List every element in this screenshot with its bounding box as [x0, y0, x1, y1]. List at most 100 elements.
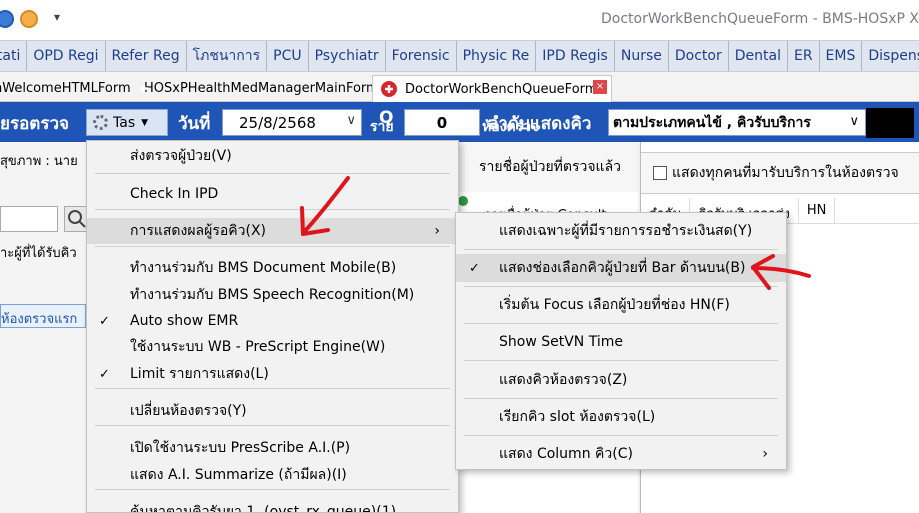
quick-access-dropdown-icon[interactable]: ▾ — [54, 10, 60, 24]
tab-first-room[interactable]: ห้องตรวจแรก — [0, 304, 86, 328]
search-input[interactable] — [0, 206, 58, 232]
module-tab[interactable]: Psychiatr — [309, 41, 386, 71]
module-tab[interactable]: OPD Regi — [27, 41, 106, 71]
status-green-icon — [458, 196, 468, 206]
menu-item-label: Auto show EMR — [130, 313, 239, 329]
queue-number-input[interactable]: 0 — [404, 109, 480, 136]
submenu-item-label: แสดงช่องเลือกคิวผู้ป่วยที่ Bar ด้านบน(B) — [499, 260, 746, 276]
submenu-item[interactable]: แสดง Column คิว(C) › — [456, 440, 786, 468]
app-logo-icon[interactable] — [0, 10, 14, 28]
queue-order-label: ลำดับแสดงคิว — [488, 114, 592, 134]
queue-label: Q — [379, 108, 394, 128]
doc-tab-label: HOSxPHealthMedManagerMainForm — [144, 81, 379, 96]
menu-item[interactable]: Check In IPD — [87, 181, 458, 207]
show-all-checkbox-row[interactable]: แสดงทุกคนที่มารับบริการในห้องตรวจ — [641, 152, 919, 194]
window-title: DoctorWorkBenchQueueForm - BMS-HOSxP X — [600, 11, 919, 27]
toolbar-dark-strip — [866, 108, 914, 138]
chevron-down-icon: ▼ — [141, 117, 149, 128]
menu-item[interactable]: ✓ Auto show EMR — [87, 308, 458, 334]
doc-tab-healthmed[interactable]: HOSxPHealthMedManagerMainForm — [128, 75, 379, 102]
menu-item-label: ค้นหาตามคิวรับยา 1. (ovst_rx_queue)(1) — [130, 504, 397, 513]
submenu-item-label: แสดงคิวห้องตรวจ(Z) — [499, 372, 628, 388]
menu-item[interactable]: แสดง A.I. Summarize (ถ้ามีผล)(I) — [87, 462, 458, 488]
submenu-item-label: Show SetVN Time — [499, 334, 623, 350]
menu-item[interactable]: เปลี่ยนห้องตรวจ(Y) — [87, 398, 458, 424]
tas-context-menu: ส่งตรวจผู้ป่วย(V) Check In IPD การแสดงผลผู… — [86, 140, 459, 513]
queue-order-select[interactable]: ตามประเภทคนไข้ , คิวรับบริการ ∨ — [608, 109, 866, 136]
menu-separator — [95, 209, 450, 210]
menu-item[interactable]: เปิดใช้งานระบบ PresScribe A.I.(P) — [87, 435, 458, 461]
module-tab[interactable]: PCU — [267, 41, 309, 71]
menu-separator — [464, 398, 778, 399]
module-tab[interactable]: Dispensaı — [862, 41, 919, 71]
chevron-right-icon: › — [434, 223, 440, 239]
menu-separator — [464, 249, 778, 250]
doc-tab-doctor-workbench[interactable]: DoctorWorkBenchQueueForm — [372, 75, 612, 102]
date-value: 25/8/2568 — [239, 113, 316, 132]
show-all-label: แสดงทุกคนที่มารับบริการในห้องตรวจ — [672, 165, 899, 181]
doc-tab-label: nWelcomeHTMLForm — [0, 81, 131, 96]
submenu-item[interactable]: เรียกคิว slot ห้องตรวจ(L) — [456, 403, 786, 431]
module-tab[interactable]: Dental — [729, 41, 788, 71]
chevron-down-icon: ∨ — [849, 114, 859, 129]
module-tab[interactable]: Physic Re — [457, 41, 537, 71]
document-tab-strip: nWelcomeHTMLForm HOSxPHealthMedManagerMa… — [0, 72, 919, 102]
module-tab[interactable]: Doctor — [669, 41, 729, 71]
close-tab-icon[interactable]: × — [593, 80, 607, 94]
module-tab[interactable]: EMS — [820, 41, 863, 71]
menu-item[interactable]: ทำงานร่วมกับ BMS Speech Recognition(M) — [87, 282, 458, 308]
module-tab[interactable]: IPD Regis — [536, 41, 615, 71]
submenu-item[interactable]: ✓ แสดงช่องเลือกคิวผู้ป่วยที่ Bar ด้านบน(B… — [456, 254, 786, 282]
queue-toolbar: ยรอตรวจ Tas ▼ วันที่ 25/8/2568 ∨ ราย Q 0… — [0, 102, 919, 142]
checkmark-icon: ✓ — [469, 260, 480, 276]
title-bar: ▾ DoctorWorkBenchQueueForm - BMS-HOSxP X — [0, 0, 919, 40]
module-tab-strip: StatiOPD RegiRefer RegโภชนาการPCUPsychia… — [0, 40, 919, 72]
submenu-item-label: เรียกคิว slot ห้องตรวจ(L) — [499, 409, 656, 425]
menu-item[interactable]: ค้นหาตามคิวรับยา 1. (ovst_rx_queue)(1) — [87, 499, 458, 513]
menu-separator — [95, 246, 450, 247]
menu-separator — [95, 388, 450, 389]
submenu-item[interactable]: Show SetVN Time — [456, 328, 786, 356]
menu-item-label: Limit รายการแสดง(L) — [130, 366, 269, 382]
menu-separator — [464, 435, 778, 436]
submenu-item[interactable]: แสดงคิวห้องตรวจ(Z) — [456, 366, 786, 394]
submenu-item[interactable]: เริ่มต้น Focus เลือกผู้ป่วยที่ช่อง HN(F) — [456, 291, 786, 319]
show-all-checkbox[interactable] — [653, 166, 667, 180]
doc-tab-welcome[interactable]: nWelcomeHTMLForm — [0, 75, 131, 102]
menu-item[interactable]: ใช้งานระบบ WB - PreScript Engine(W) — [87, 334, 458, 360]
menu-item[interactable]: ทำงานร่วมกับ BMS Document Mobile(B) — [87, 255, 458, 281]
submenu-item[interactable]: แสดงเฉพาะผู้ที่มีรายการรอชำระเงินสด(Y) — [456, 217, 786, 245]
module-tab[interactable]: Refer Reg — [106, 41, 187, 71]
menu-item[interactable]: การแสดงผลผู้รอคิว(X) › — [87, 218, 458, 244]
menu-item[interactable]: ✓ Limit รายการแสดง(L) — [87, 361, 458, 387]
queue-received-label: าะผู้ที่ได้รับคิว — [0, 246, 77, 261]
examined-patients-header: รายชื่อผู้ป่วยที่ตรวจแล้ว — [458, 142, 638, 192]
column-header[interactable]: HN — [799, 198, 836, 223]
health-right-label: สุขภาพ : นาย — [0, 154, 78, 169]
user-avatar-icon[interactable] — [20, 10, 38, 28]
menu-item-label: Check In IPD — [130, 186, 219, 202]
module-tab[interactable]: โภชนาการ — [187, 41, 268, 71]
module-tab[interactable]: Forensic — [386, 41, 457, 71]
queue-order-value: ตามประเภทคนไข้ , คิวรับบริการ — [613, 114, 811, 131]
menu-item-label: การแสดงผลผู้รอคิว(X) — [130, 223, 267, 239]
gear-icon — [93, 115, 108, 130]
module-tab[interactable]: Stati — [0, 41, 28, 71]
menu-item-label: เปิดใช้งานระบบ PresScribe A.I.(P) — [130, 440, 351, 456]
module-tab[interactable]: Nurse — [615, 41, 669, 71]
date-picker[interactable]: 25/8/2568 ∨ — [222, 109, 362, 136]
menu-item-label: แสดง A.I. Summarize (ถ้ามีผล)(I) — [130, 467, 347, 483]
menu-item-label: ทำงานร่วมกับ BMS Document Mobile(B) — [130, 260, 397, 276]
menu-separator — [95, 173, 450, 174]
menu-separator — [464, 286, 778, 287]
doc-tab-label: DoctorWorkBenchQueueForm — [405, 81, 598, 97]
module-tab[interactable]: ER — [788, 41, 820, 71]
menu-separator — [464, 323, 778, 324]
chevron-down-icon[interactable]: ∨ — [346, 113, 356, 128]
menu-item-label: ส่งตรวจผู้ป่วย(V) — [130, 148, 232, 164]
menu-item-label: เปลี่ยนห้องตรวจ(Y) — [130, 403, 247, 419]
hospital-icon — [381, 81, 397, 97]
menu-item[interactable]: ส่งตรวจผู้ป่วย(V) — [87, 143, 458, 169]
tas-menu-button[interactable]: Tas ▼ — [86, 109, 168, 136]
menu-separator — [95, 489, 450, 490]
